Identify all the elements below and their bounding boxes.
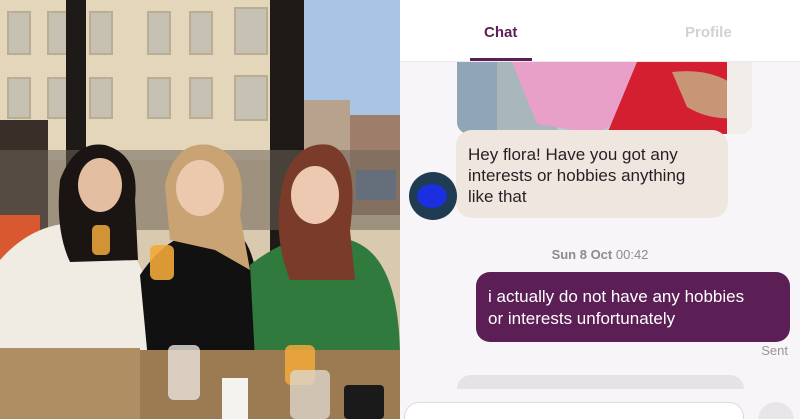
- avatar[interactable]: [409, 172, 457, 220]
- message-input[interactable]: [405, 403, 743, 419]
- send-button[interactable]: [758, 402, 794, 419]
- photo-scene: [0, 0, 400, 419]
- shared-photo[interactable]: [457, 62, 752, 134]
- active-tab-indicator: [470, 58, 532, 61]
- profile-photo: [0, 0, 400, 419]
- timestamp-day: Sun 8 Oct: [551, 247, 613, 262]
- chat-screen: Chat Profile Hey flora! Have you got any…: [400, 0, 800, 419]
- incoming-message-line: like that: [468, 187, 527, 206]
- outgoing-message-line: or interests unfortunately: [488, 309, 676, 328]
- incoming-message-line: interests or hobbies anything: [468, 166, 686, 185]
- outgoing-message-line: i actually do not have any hobbies: [488, 287, 745, 306]
- next-message-preview: [457, 375, 744, 389]
- timestamp-time: 00:42: [615, 247, 649, 262]
- tab-bar: Chat Profile: [400, 0, 800, 62]
- tab-profile[interactable]: Profile: [685, 24, 732, 41]
- incoming-message-line: Hey flora! Have you got any: [468, 145, 678, 164]
- message-input-field[interactable]: [404, 402, 744, 419]
- shared-photo-image: [457, 62, 752, 134]
- tab-chat[interactable]: Chat: [484, 24, 517, 41]
- outgoing-message: i actually do not have any hobbies or in…: [476, 272, 790, 342]
- delivery-status: Sent: [761, 343, 788, 358]
- avatar-blur: [417, 184, 447, 208]
- message-timestamp: Sun 8 Oct 00:42: [400, 247, 800, 262]
- incoming-message: Hey flora! Have you got any interests or…: [456, 130, 728, 218]
